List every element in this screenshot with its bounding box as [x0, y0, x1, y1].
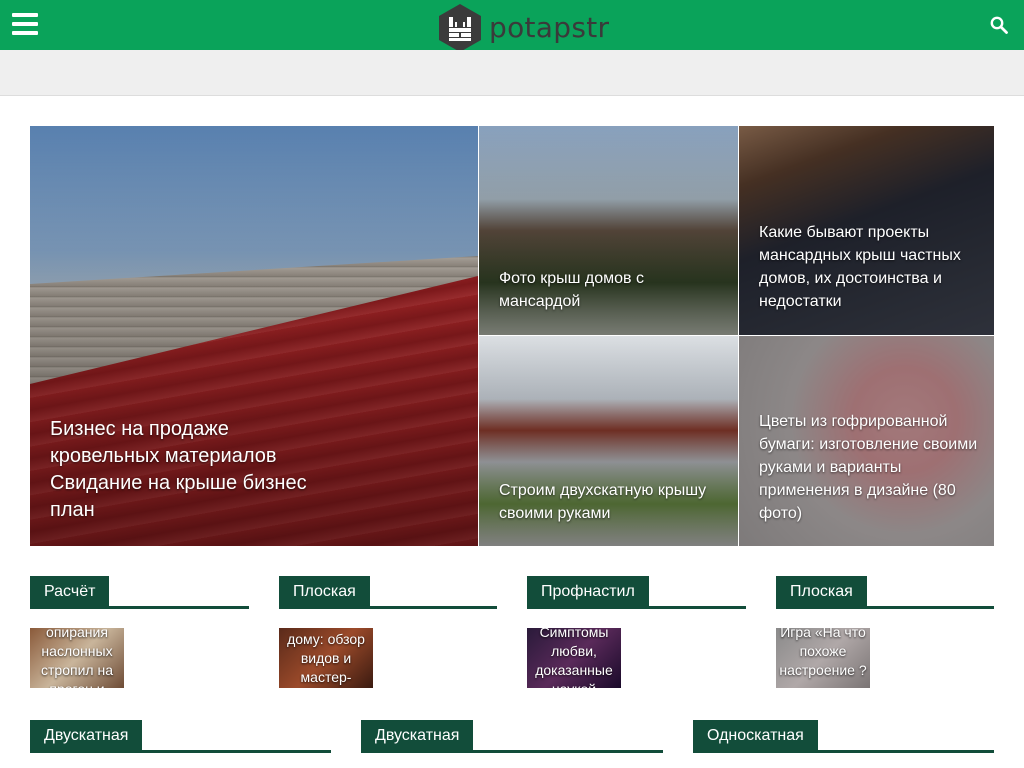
featured-title[interactable]: Бизнес на продаже кровельных материалов …	[50, 416, 318, 524]
top-header-bar: potapstr	[0, 0, 1024, 53]
featured-title[interactable]: Цветы из гофрированной бумаги: изготовле…	[759, 410, 980, 525]
category-tab[interactable]: Односкатная	[693, 720, 818, 752]
thumbnail-text: Узлы опирания наслонных стропил на прого…	[41, 628, 113, 688]
thumbnail-text: Игра «На что похоже настроение ?	[779, 628, 867, 678]
category-tab[interactable]: Расчёт	[30, 576, 110, 608]
featured-tile-main[interactable]: Бизнес на продаже кровельных материалов …	[30, 126, 478, 546]
hamburger-menu-icon[interactable]	[12, 13, 38, 37]
featured-tile[interactable]: Строим двухскатную крышу своими руками	[479, 336, 738, 546]
search-icon[interactable]	[990, 16, 1008, 34]
category-tab[interactable]: Двускатная	[30, 720, 143, 752]
category-tab[interactable]: Плоская	[279, 576, 370, 608]
article-thumbnail[interactable]: Игра «На что похоже настроение ?	[776, 628, 870, 688]
featured-title[interactable]: Какие бывают проекты мансардных крыш час…	[759, 221, 980, 313]
featured-title[interactable]: Строим двухскатную крышу своими руками	[499, 479, 724, 525]
category-tab[interactable]: Двускатная	[361, 720, 474, 752]
featured-tile[interactable]: Цветы из гофрированной бумаги: изготовле…	[739, 336, 994, 546]
site-logo[interactable]: potapstr	[437, 3, 609, 53]
logo-text: potapstr	[489, 11, 610, 44]
sub-header-bar	[0, 50, 1024, 96]
article-thumbnail[interactable]: Узлы опирания наслонных стропил на прого…	[30, 628, 124, 688]
category-tab[interactable]: Плоская	[776, 576, 867, 608]
featured-title[interactable]: Фото крыш домов с мансардой	[499, 267, 724, 313]
thumbnail-text: дому: обзор видов и мастер-	[287, 631, 365, 685]
brick-wall-hexagon-icon	[439, 4, 481, 52]
category-tab[interactable]: Профнастил	[527, 576, 649, 608]
featured-tile[interactable]: Фото крыш домов с мансардой	[479, 126, 738, 335]
article-thumbnail[interactable]: дому: обзор видов и мастер-	[279, 628, 373, 688]
thumbnail-text: Симптомы любви, доказанные наукой	[535, 628, 613, 688]
article-thumbnail[interactable]: Симптомы любви, доказанные наукой	[527, 628, 621, 688]
featured-tile[interactable]: Какие бывают проекты мансардных крыш час…	[739, 126, 994, 335]
